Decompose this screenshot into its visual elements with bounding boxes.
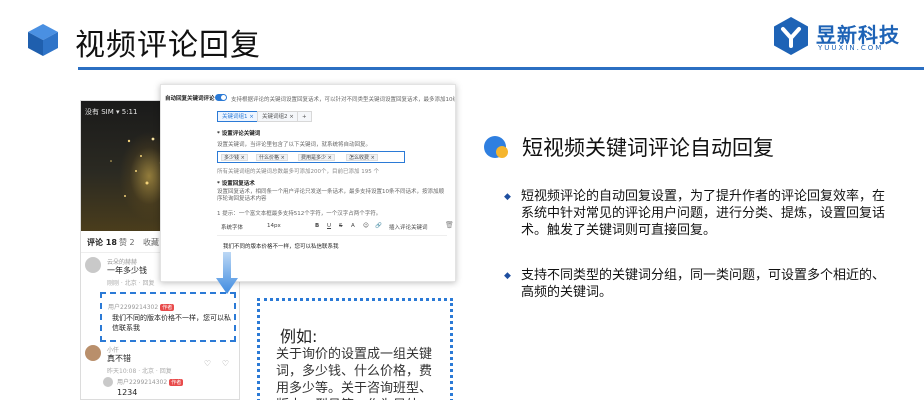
bold-button[interactable]: B [315, 223, 319, 229]
keyword-count-hint: 所有关键词组的关键词总数最多可添加200个，目前已添加 195 个 [217, 169, 379, 175]
script-tip: 1 提示：一个富文本框最多支持512个字符，一个汉字占两个字符。 [217, 211, 382, 217]
author-badge: 作者 [160, 304, 175, 311]
comment-text: 1234 [117, 388, 138, 397]
comment-meta: 刚刚 · 北京 · 回复 [107, 280, 155, 287]
comment-text: 一年多少钱 [107, 266, 147, 275]
add-group-button[interactable]: + [297, 111, 312, 122]
bullet-text: 支持不同类型的关键词分组，同一类问题，可设置多个相近的、高频的关键词。 [521, 268, 886, 300]
keyword-input[interactable]: 多少钱 × 什么价格 × 费用是多少 × 怎么收费 × [217, 151, 405, 163]
keyword-chip[interactable]: 费用是多少 × [298, 154, 335, 161]
keyword-chip[interactable]: 怎么收费 × [346, 154, 378, 161]
tab-favorites[interactable]: 收藏 [143, 237, 159, 248]
reply-user: 用户2299214302 作者 [108, 304, 175, 311]
cube-icon [28, 24, 58, 56]
header: 视频评论回复 昱新科技 YUUXIN.COM [0, 0, 924, 70]
editor-toolbar: 系统字体 14px B U S A ☺ 🔗 插入评论关键词 [217, 223, 447, 233]
brand-logo: 昱新科技 YUUXIN.COM [772, 14, 912, 58]
tab-likes[interactable]: 赞 2 [119, 237, 135, 248]
page-title: 视频评论回复 [75, 28, 261, 63]
reply-text: 我们不同的版本价格不一样，您可以私信联系我 [112, 314, 231, 332]
avatar [85, 345, 101, 361]
editor-text: 我们不同的版本价格不一样，您可以私信联系我 [223, 244, 339, 250]
list-item: 用户2299214302 作者 1234 [103, 377, 233, 399]
trash-icon[interactable]: 🗑 [445, 221, 454, 229]
comment-text: 真不错 [107, 354, 131, 363]
brand-sub: YUUXIN.COM [818, 44, 884, 52]
section-title: 短视频关键词评论自动回复 [522, 136, 774, 160]
script-section-label: * 设置回复话术 [217, 181, 255, 187]
comment-meta: 昨天10:08 · 北京 · 回复 [107, 368, 172, 375]
author-badge: 作者 [169, 379, 184, 386]
tab-keyword-group-1[interactable]: 关键词组1 × [217, 111, 259, 122]
example-box: 例如: 关于询价的设置成一组关键词，多少钱、什么价格，费用多少等。关于咨询班型、… [257, 298, 453, 400]
reply-editor[interactable]: 我们不同的版本价格不一样，您可以私信联系我 [217, 235, 447, 279]
chat-bubble-icon [484, 136, 508, 158]
bullet-text: 短视频评论的自动回复设置，为了提升作者的评论回复效率，在系统中针对常见的评论用户… [521, 189, 886, 238]
underline-button[interactable]: U [327, 223, 331, 229]
color-button[interactable]: A [351, 223, 355, 229]
phone-status-bar: 没有 SIM ▾ 5:11 [85, 108, 138, 116]
bullet-icon: ◆ [504, 192, 511, 202]
script-hint: 设置回复话术，相同条一个用户评论只发送一条话术，最多支持设置10条不同话术，按添… [217, 189, 445, 202]
keyword-section-label: * 设置评论关键词 [217, 131, 261, 137]
link-icon[interactable]: 🔗 [375, 223, 382, 229]
arrow-down-icon [216, 252, 238, 294]
toggle-description: 支持根据评论的关键词设置回复话术，可以针对不同类型关键词设置回复话术，最多添加1… [231, 97, 456, 103]
tab-comments[interactable]: 评论 18 [87, 237, 117, 248]
keyword-chip[interactable]: 多少钱 × [221, 154, 248, 161]
header-divider [78, 67, 924, 70]
example-text: 关于询价的设置成一组关键词，多少钱、什么价格，费用多少等。关于咨询班型、版本、型… [276, 347, 433, 400]
insert-keyword-button[interactable]: 插入评论关键词 [389, 223, 428, 231]
auto-reply-settings-panel: 自动回复关键词评论 支持根据评论的关键词设置回复话术，可以针对不同类型关键词设置… [160, 84, 456, 282]
strike-button[interactable]: S [339, 223, 343, 229]
tab-keyword-group-2[interactable]: 关键词组2 × [257, 111, 299, 122]
auto-reply-label: 自动回复关键词评论 [165, 96, 215, 102]
auto-reply-highlight: 用户2299214302 作者 我们不同的版本价格不一样，您可以私信联系我 [100, 292, 236, 342]
emoji-icon[interactable]: ☺ [363, 223, 369, 229]
dislike-icon[interactable]: ♡ [222, 359, 229, 368]
avatar [103, 377, 113, 387]
size-select[interactable]: 14px [267, 223, 281, 229]
brand-mark-icon [774, 17, 808, 55]
example-title: 例如: [280, 327, 318, 346]
auto-reply-toggle[interactable] [215, 94, 227, 101]
list-item: 小仟 真不错 昨天10:08 · 北京 · 回复 ♡ ♡ [85, 345, 235, 375]
font-select[interactable]: 系统字体 [221, 223, 243, 231]
heart-icon[interactable]: ♡ [204, 359, 211, 368]
keyword-chip[interactable]: 什么价格 × [256, 154, 288, 161]
bullet-icon: ◆ [504, 271, 511, 281]
comment-user: 用户2299214302 作者 [117, 379, 184, 386]
avatar [85, 257, 101, 273]
keyword-hint: 设置关键词，当评论里包含了以下关键词，就系统将自动回复。 [217, 142, 372, 148]
